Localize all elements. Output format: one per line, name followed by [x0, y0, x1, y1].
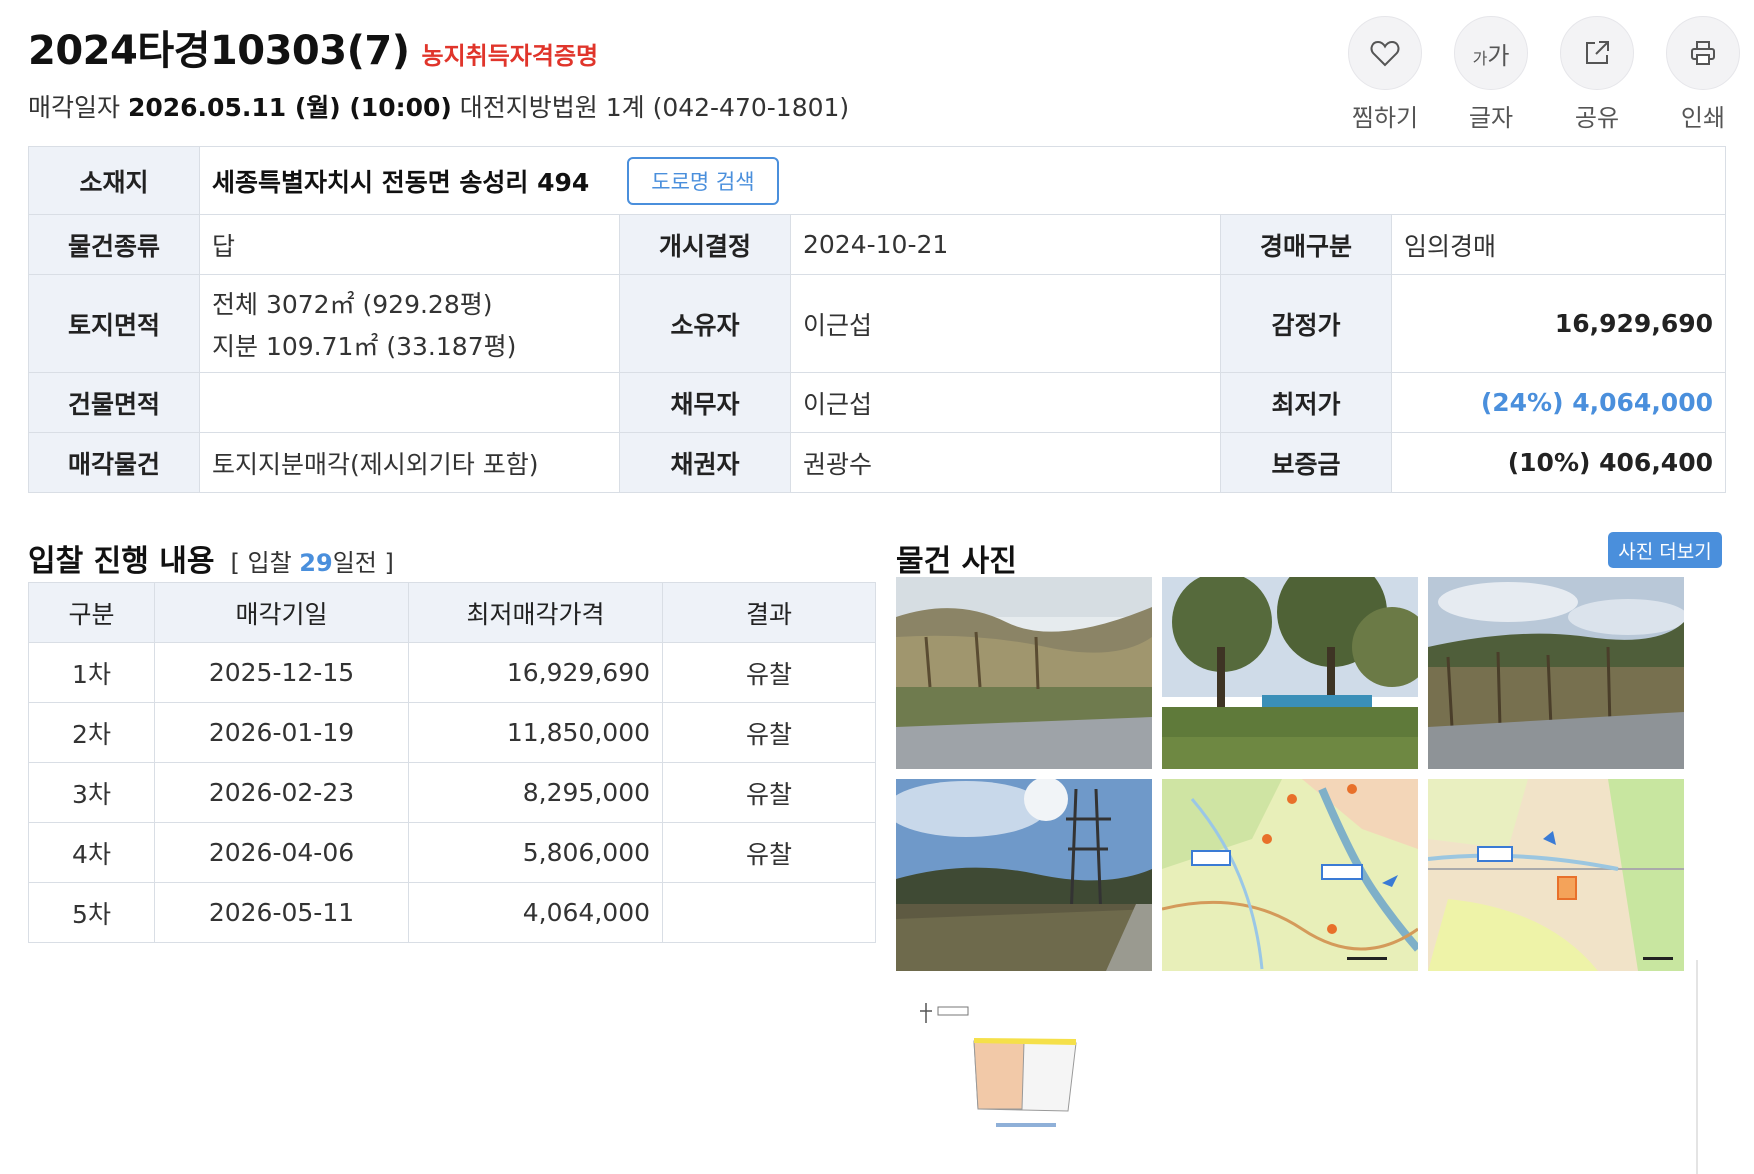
auction-kind-value: 임의경매	[1391, 214, 1726, 275]
road-search-button[interactable]: 도로명 검색	[627, 156, 779, 205]
date-cell: 2026-01-19	[154, 702, 409, 763]
date-cell: 2026-02-23	[154, 762, 409, 823]
table-row: 1차 2025-12-15 16,929,690 유찰	[28, 642, 876, 703]
font-size-label: 글자	[1468, 104, 1514, 132]
result-cell: 유찰	[662, 702, 876, 763]
result-cell: 유찰	[662, 822, 876, 883]
favorite-button[interactable]: 찜하기	[1348, 16, 1422, 133]
col-round: 구분	[28, 582, 155, 643]
date-cell: 2026-05-11	[154, 882, 409, 943]
round-cell: 3차	[28, 762, 155, 823]
land-area-share: 지분 109.71㎡ (33.187평)	[212, 331, 517, 361]
result-cell	[662, 882, 876, 943]
location-label: 소재지	[28, 146, 200, 215]
round-cell: 4차	[28, 822, 155, 883]
dday-number: 29	[299, 549, 333, 577]
col-result: 결과	[662, 582, 876, 643]
court-info: 대전지방법원 1계 (042-470-1801)	[459, 93, 850, 122]
land-area-total: 전체 3072㎡ (929.28평)	[212, 289, 493, 319]
photos-title: 물건 사진	[896, 544, 1017, 579]
round-cell: 1차	[28, 642, 155, 703]
print-button[interactable]: 인쇄	[1666, 16, 1740, 133]
share-button[interactable]: 공유	[1560, 16, 1634, 133]
price-cell: 8,295,000	[408, 762, 663, 823]
type-value: 답	[199, 214, 620, 275]
location-cell: 세종특별자치시 전동면 송성리 494 도로명 검색	[199, 146, 1726, 215]
table-row: 5차 2026-05-11 4,064,000	[28, 882, 876, 943]
col-price: 최저매각가격	[408, 582, 663, 643]
sale-item-value: 토지지분매각(제시외기타 포함)	[199, 432, 620, 493]
price-cell: 5,806,000	[408, 822, 663, 883]
property-info-table: 소재지 세종특별자치시 전동면 송성리 494 도로명 검색 물건종류 답 개시…	[28, 146, 1726, 493]
building-area-label: 건물면적	[28, 372, 200, 433]
deposit-value: (10%) 406,400	[1391, 432, 1726, 493]
result-cell: 유찰	[662, 642, 876, 703]
more-photos-button[interactable]: 사진 더보기	[1608, 532, 1722, 568]
appraisal-label: 감정가	[1220, 274, 1392, 373]
dday-indicator: [ 입찰 29일전 ]	[230, 549, 394, 577]
price-cell: 11,850,000	[408, 702, 663, 763]
favorite-label: 찜하기	[1351, 104, 1419, 132]
creditor-value: 권광수	[790, 432, 1221, 493]
round-cell: 5차	[28, 882, 155, 943]
appraisal-value: 16,929,690	[1391, 274, 1726, 373]
commence-label: 개시결정	[619, 214, 791, 275]
land-area-label: 토지면적	[28, 274, 200, 373]
case-number: 2024타경10303(7)	[28, 28, 410, 74]
owner-value: 이근섭	[790, 274, 1221, 373]
date-cell: 2025-12-15	[154, 642, 409, 703]
bidding-title: 입찰 진행 내용	[28, 544, 215, 579]
property-photo[interactable]	[1162, 577, 1418, 769]
result-cell: 유찰	[662, 762, 876, 823]
land-area-cell: 전체 3072㎡ (929.28평) 지분 109.71㎡ (33.187평)	[199, 274, 620, 373]
share-label: 공유	[1574, 104, 1620, 132]
location-value: 세종특별자치시 전동면 송성리 494	[212, 167, 590, 197]
building-area-value	[199, 372, 620, 433]
font-size-icon: 가가	[1472, 41, 1510, 70]
min-price-value: (24%) 4,064,000	[1391, 372, 1726, 433]
site-plan-photo[interactable]	[896, 981, 1152, 1174]
auction-kind-label: 경매구분	[1220, 214, 1392, 275]
commence-value: 2024-10-21	[790, 214, 1221, 275]
debtor-label: 채무자	[619, 372, 791, 433]
sale-item-label: 매각물건	[28, 432, 200, 493]
owner-label: 소유자	[619, 274, 791, 373]
print-icon	[1691, 41, 1715, 65]
cadastral-map-photo[interactable]	[1428, 779, 1684, 971]
print-label: 인쇄	[1680, 104, 1726, 132]
farm-cert-badge: 농지취득자격증명	[421, 42, 599, 70]
sale-date: 2026.05.11 (월) (10:00)	[127, 93, 452, 122]
price-cell: 16,929,690	[408, 642, 663, 703]
property-photo[interactable]	[1428, 577, 1684, 769]
heart-icon	[1370, 40, 1400, 67]
bidding-section-title: 입찰 진행 내용 [ 입찰 29일전 ]	[28, 536, 394, 580]
share-icon	[1586, 41, 1609, 64]
date-cell: 2026-04-06	[154, 822, 409, 883]
price-cell: 4,064,000	[408, 882, 663, 943]
round-cell: 2차	[28, 702, 155, 763]
action-bar: 찜하기 가가 글자 공유 인쇄	[1348, 16, 1740, 133]
deposit-label: 보증금	[1220, 432, 1392, 493]
debtor-value: 이근섭	[790, 372, 1221, 433]
bidding-table: 구분 매각기일 최저매각가격 결과 1차 2025-12-15 16,929,6…	[28, 582, 876, 943]
creditor-label: 채권자	[619, 432, 791, 493]
col-date: 매각기일	[154, 582, 409, 643]
sale-date-label: 매각일자	[28, 93, 121, 122]
table-row: 3차 2026-02-23 8,295,000 유찰	[28, 762, 876, 823]
table-row: 4차 2026-04-06 5,806,000 유찰	[28, 822, 876, 883]
type-label: 물건종류	[28, 214, 200, 275]
property-photo[interactable]	[896, 779, 1152, 971]
min-price-label: 최저가	[1220, 372, 1392, 433]
table-row: 2차 2026-01-19 11,850,000 유찰	[28, 702, 876, 763]
scrollbar-track[interactable]	[1696, 960, 1698, 1174]
property-photo[interactable]	[896, 577, 1152, 769]
font-size-button[interactable]: 가가 글자	[1454, 16, 1528, 133]
location-map-photo[interactable]	[1162, 779, 1418, 971]
